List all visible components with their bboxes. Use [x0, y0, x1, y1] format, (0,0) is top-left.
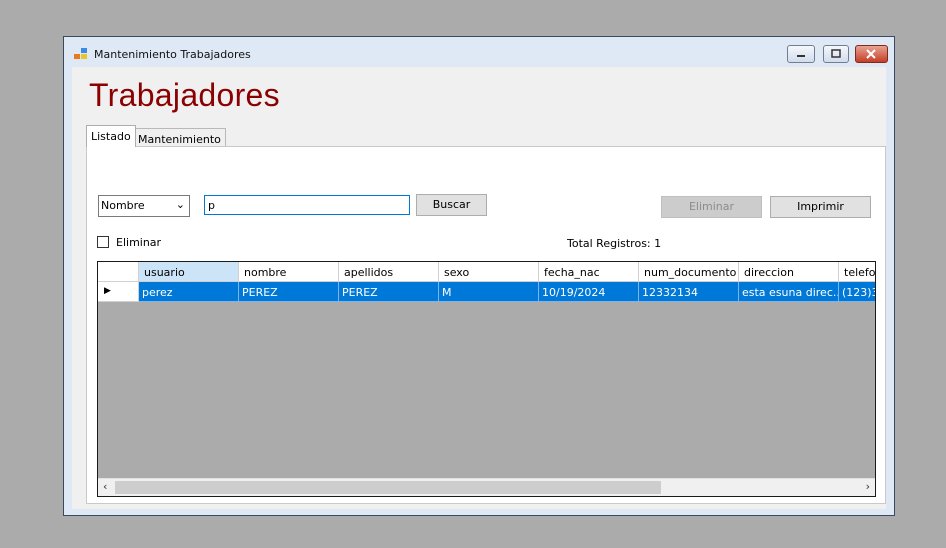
column-header[interactable]: direccion — [739, 262, 839, 282]
main-window: Mantenimiento Trabajadores Trabajadores … — [63, 36, 895, 516]
table-cell[interactable]: perez — [139, 282, 239, 302]
client-area: Trabajadores Listado Mantenimiento Nombr… — [72, 67, 886, 509]
table-cell[interactable]: (123)34 — [839, 282, 875, 302]
maximize-button[interactable] — [823, 45, 849, 63]
row-header[interactable]: ▶ — [98, 282, 139, 302]
minimize-button[interactable] — [787, 45, 815, 63]
app-icon — [74, 48, 88, 60]
print-button[interactable]: Imprimir — [770, 196, 871, 218]
table-cell[interactable]: M — [439, 282, 539, 302]
tab-panel-listado: Nombre ⌄ Buscar Eliminar Imprimir Elimin… — [86, 146, 886, 504]
table-cell[interactable]: esta esuna direc... — [739, 282, 839, 302]
table-cell[interactable]: PEREZ — [239, 282, 339, 302]
page-title: Trabajadores — [89, 77, 280, 113]
tab-mantenimiento[interactable]: Mantenimiento — [133, 128, 226, 148]
current-row-indicator-icon: ▶ — [104, 286, 111, 296]
minimize-icon — [797, 55, 805, 57]
column-header[interactable]: nombre — [239, 262, 339, 282]
horizontal-scrollbar[interactable]: ‹ › — [98, 478, 875, 496]
delete-button[interactable]: Eliminar — [661, 196, 762, 218]
close-icon — [866, 49, 876, 59]
table-cell[interactable]: 10/19/2024 — [539, 282, 639, 302]
data-grid[interactable]: usuario nombre apellidos sexo fecha_nac … — [97, 261, 876, 497]
search-field-value: Nombre — [101, 199, 145, 212]
column-header[interactable]: fecha_nac — [539, 262, 639, 282]
column-header[interactable]: sexo — [439, 262, 539, 282]
window-title: Mantenimiento Trabajadores — [94, 48, 251, 61]
column-header[interactable]: num_documento — [639, 262, 739, 282]
scroll-right-icon[interactable]: › — [866, 480, 870, 493]
table-cell[interactable]: PEREZ — [339, 282, 439, 302]
column-header[interactable]: telefon — [839, 262, 875, 282]
search-field-select[interactable]: Nombre ⌄ — [98, 195, 190, 217]
tab-listado[interactable]: Listado — [86, 125, 136, 147]
delete-checkbox[interactable] — [97, 236, 109, 248]
total-records-label: Total Registros: 1 — [567, 237, 661, 250]
table-row[interactable]: ▶ perez PEREZ PEREZ M 10/19/2024 1233213… — [98, 282, 875, 302]
column-header[interactable]: apellidos — [339, 262, 439, 282]
chevron-down-icon: ⌄ — [175, 198, 185, 211]
total-records-text: Total Registros: 1 — [567, 237, 662, 250]
title-bar[interactable]: Mantenimiento Trabajadores — [64, 37, 894, 67]
grid-corner-cell[interactable] — [98, 262, 139, 282]
maximize-icon — [831, 49, 841, 58]
grid-header-row: usuario nombre apellidos sexo fecha_nac … — [98, 262, 875, 282]
search-input[interactable] — [204, 195, 410, 215]
scroll-left-icon[interactable]: ‹ — [103, 480, 107, 493]
close-button[interactable] — [855, 45, 888, 63]
delete-checkbox-label: Eliminar — [116, 236, 162, 249]
column-header[interactable]: usuario — [139, 262, 239, 282]
scrollbar-thumb[interactable] — [115, 481, 661, 494]
search-button[interactable]: Buscar — [416, 194, 487, 216]
table-cell[interactable]: 12332134 — [639, 282, 739, 302]
